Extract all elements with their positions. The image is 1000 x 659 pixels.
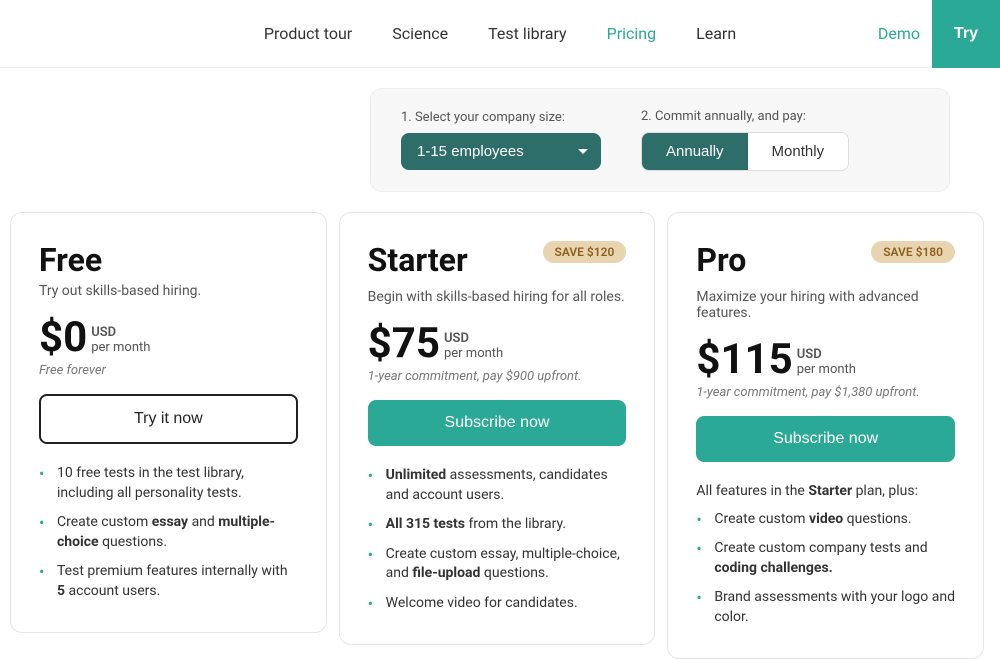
nav-learn[interactable]: Learn [696, 24, 736, 43]
free-feature-list: 10 free tests in the test library, inclu… [39, 464, 298, 602]
starter-commitment: 1-year commitment, pay $900 upfront. [368, 369, 627, 384]
free-price-amount: $0 [39, 317, 87, 359]
pro-plan-subtitle: Maximize your hiring with advanced featu… [696, 289, 955, 321]
free-feature-2: Create custom essay and multiple-choice … [39, 513, 298, 552]
free-price-period: per month [91, 340, 150, 355]
pro-price-amount: $115 [696, 339, 792, 381]
free-price-currency: USD [91, 325, 150, 340]
company-size-select[interactable]: 1-15 employees16-50 employees51-200 empl… [401, 133, 601, 170]
pro-price-row: $115 USD per month [696, 339, 955, 381]
plan-free-card: Free Try out skills-based hiring. $0 USD… [10, 212, 327, 633]
free-plan-title: Free [39, 241, 298, 279]
free-price-row: $0 USD per month [39, 317, 298, 359]
nav-product-tour[interactable]: Product tour [264, 24, 352, 43]
pro-feature-1: Create custom video questions. [696, 510, 955, 530]
company-size-label: 1. Select your company size: [401, 110, 601, 125]
starter-feature-1: Unlimited assessments, candidates and ac… [368, 466, 627, 505]
billing-label: 2. Commit annually, and pay: [641, 109, 849, 124]
pro-plan-title: Pro [696, 241, 746, 279]
starter-feature-list: Unlimited assessments, candidates and ac… [368, 466, 627, 614]
pro-feature-2: Create custom company tests and coding c… [696, 539, 955, 578]
nav-links: Product tour Science Test library Pricin… [264, 24, 736, 43]
pro-commitment: 1-year commitment, pay $1,380 upfront. [696, 385, 955, 400]
starter-price-row: $75 USD per month [368, 323, 627, 365]
pricing-selector: 1. Select your company size: 1-15 employ… [320, 68, 1000, 192]
nav-pricing[interactable]: Pricing [607, 24, 657, 43]
starter-feature-2: All 315 tests from the library. [368, 515, 627, 535]
free-plan-subtitle: Try out skills-based hiring. [39, 283, 298, 299]
pro-save-badge: SAVE $180 [871, 241, 955, 263]
plan-starter-card: Starter SAVE $120 Begin with skills-base… [339, 212, 656, 645]
company-size-section: 1. Select your company size: 1-15 employ… [401, 110, 601, 170]
pro-features-intro: All features in the Starter plan, plus: [696, 482, 955, 502]
nav-demo-link[interactable]: Demo [878, 24, 920, 43]
navigation: Product tour Science Test library Pricin… [0, 0, 1000, 68]
starter-price-currency: USD [444, 331, 503, 346]
selector-box: 1. Select your company size: 1-15 employ… [370, 88, 950, 192]
nav-science[interactable]: Science [392, 24, 448, 43]
starter-plan-subtitle: Begin with skills-based hiring for all r… [368, 289, 627, 305]
starter-price-meta: USD per month [444, 331, 503, 361]
pro-price-period: per month [797, 362, 856, 377]
pro-feature-3: Brand assessments with your logo and col… [696, 588, 955, 627]
pro-cta-button[interactable]: Subscribe now [696, 416, 955, 462]
annually-toggle[interactable]: Annually [642, 133, 748, 170]
free-feature-3: Test premium features internally with 5 … [39, 562, 298, 601]
free-price-meta: USD per month [91, 325, 150, 355]
pro-price-currency: USD [797, 347, 856, 362]
starter-header-row: Starter SAVE $120 [368, 241, 627, 283]
billing-toggle: Annually Monthly [641, 132, 849, 171]
pricing-cards: Free Try out skills-based hiring. $0 USD… [0, 192, 1000, 659]
free-cta-button[interactable]: Try it now [39, 394, 298, 444]
pro-feature-list: All features in the Starter plan, plus: … [696, 482, 955, 628]
free-feature-1: 10 free tests in the test library, inclu… [39, 464, 298, 503]
starter-plan-title: Starter [368, 241, 468, 279]
starter-price-amount: $75 [368, 323, 440, 365]
billing-section: 2. Commit annually, and pay: Annually Mo… [641, 109, 849, 171]
free-forever-label: Free forever [39, 363, 298, 378]
pro-price-meta: USD per month [797, 347, 856, 377]
starter-feature-4: Welcome video for candidates. [368, 594, 627, 614]
starter-price-period: per month [444, 346, 503, 361]
nav-try-button[interactable]: Try [932, 0, 1000, 68]
nav-test-library[interactable]: Test library [488, 24, 566, 43]
monthly-toggle[interactable]: Monthly [748, 133, 849, 170]
plan-pro-card: Pro SAVE $180 Maximize your hiring with … [667, 212, 984, 659]
pro-header-row: Pro SAVE $180 [696, 241, 955, 283]
starter-cta-button[interactable]: Subscribe now [368, 400, 627, 446]
starter-feature-3: Create custom essay, multiple-choice, an… [368, 545, 627, 584]
starter-save-badge: SAVE $120 [543, 241, 627, 263]
